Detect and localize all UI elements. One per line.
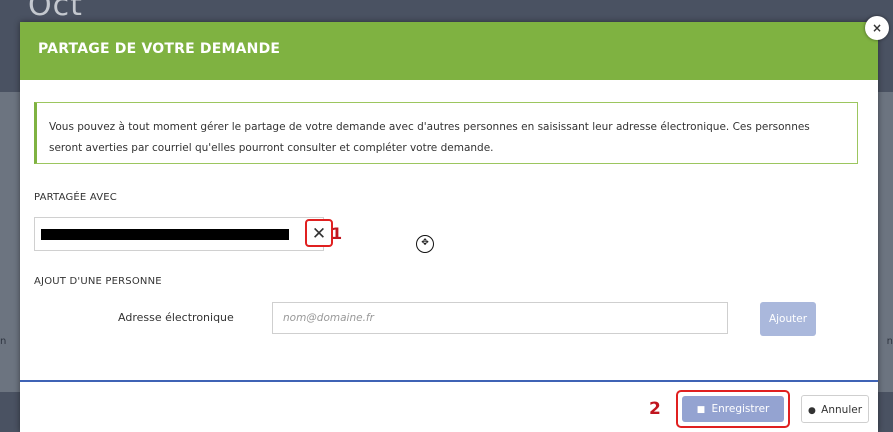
remove-person-button[interactable]: ✕ xyxy=(305,219,333,247)
step-marker-2: 2 xyxy=(649,399,661,419)
background-edge-text-left: n xyxy=(0,336,7,347)
save-button[interactable]: ■ Enregistrer xyxy=(682,396,784,422)
move-icon-glyph: ✥ xyxy=(421,238,429,248)
footer-divider xyxy=(20,380,878,382)
dialog-header: PARTAGE DE VOTRE DEMANDE xyxy=(20,22,878,80)
add-person-heading: AJOUT D'UNE PERSONNE xyxy=(34,276,162,287)
add-button[interactable]: Ajouter xyxy=(760,302,816,336)
email-input[interactable] xyxy=(272,302,728,334)
close-icon: ✕ xyxy=(311,224,327,244)
email-label: Adresse électronique xyxy=(118,311,234,324)
info-box: Vous pouvez à tout moment gérer le parta… xyxy=(34,102,858,164)
background-edge-text-right: n xyxy=(886,336,893,347)
redacted-email xyxy=(41,229,289,240)
close-button[interactable]: × xyxy=(865,16,889,40)
save-highlight: ■ Enregistrer xyxy=(676,390,790,428)
cancel-button-label: Annuler xyxy=(821,404,863,416)
move-icon: ✥ xyxy=(416,235,434,253)
background-logo: Oct xyxy=(28,0,83,23)
step-marker-1: 1 xyxy=(331,224,343,243)
close-icon: × xyxy=(871,21,883,35)
shared-person-field: ✕ xyxy=(34,217,333,251)
floppy-disk-icon: ■ xyxy=(696,405,706,415)
dialog-title: PARTAGE DE VOTRE DEMANDE xyxy=(38,41,281,57)
cancel-icon: ● xyxy=(807,406,816,416)
share-dialog: PARTAGE DE VOTRE DEMANDE × Vous pouvez à… xyxy=(20,16,889,432)
save-button-label: Enregistrer xyxy=(711,403,770,415)
shared-with-heading: PARTAGÉE AVEC xyxy=(34,192,117,203)
cancel-button[interactable]: ● Annuler xyxy=(801,395,869,423)
info-text: Vous pouvez à tout moment gérer le parta… xyxy=(49,121,810,154)
